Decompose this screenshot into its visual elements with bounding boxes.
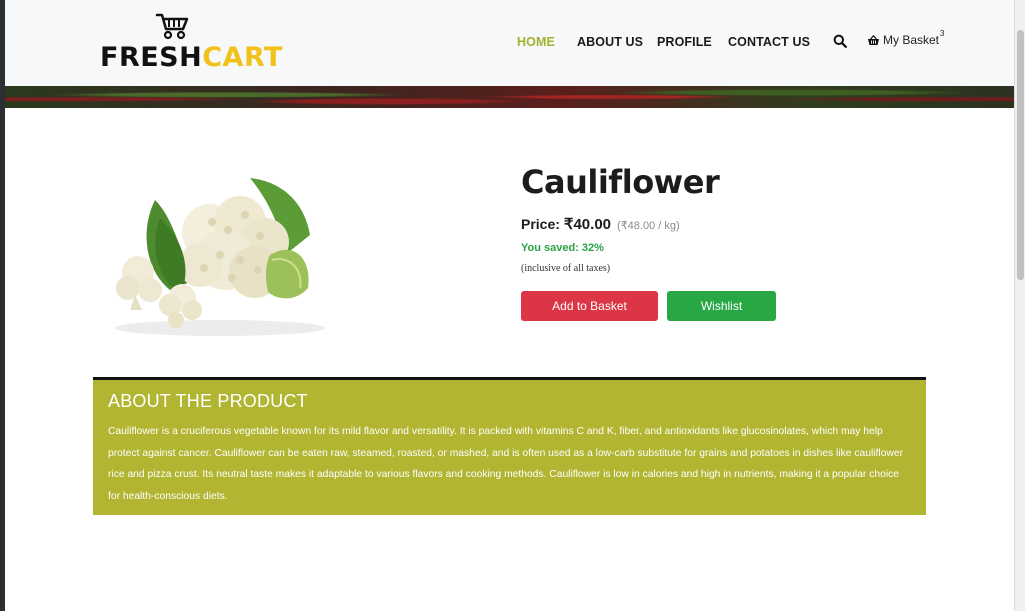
product-title: Cauliflower <box>521 163 720 201</box>
savings-text: You saved: 32% <box>521 242 604 254</box>
nav-home[interactable]: HOME <box>517 35 555 49</box>
logo-wordmark: FRESHCART <box>100 42 283 74</box>
logo-word-cart: CART <box>202 42 283 73</box>
vertical-scrollbar[interactable] <box>1014 0 1025 611</box>
shopping-cart-icon <box>155 13 189 40</box>
tax-note: (inclusive of all taxes) <box>521 263 611 274</box>
product-details: Cauliflower Price: ₹40.00 (₹48.00 / kg) … <box>521 160 941 321</box>
price-row: Price: ₹40.00 (₹48.00 / kg) <box>521 215 941 233</box>
hero-banner-strip <box>5 86 1014 108</box>
page-viewport: FRESHCART HOME ABOUT US PROFILE CONTACT … <box>5 0 1014 611</box>
basket-icon <box>868 34 879 45</box>
product-image <box>115 178 325 336</box>
my-basket-link[interactable]: My Basket 3 <box>867 29 944 47</box>
site-header: FRESHCART HOME ABOUT US PROFILE CONTACT … <box>5 0 1014 86</box>
nav-profile[interactable]: PROFILE <box>657 35 712 49</box>
action-buttons: Add to Basket Wishlist <box>521 291 941 321</box>
add-to-basket-button[interactable]: Add to Basket <box>521 291 658 321</box>
price-value: ₹40.00 <box>563 216 612 233</box>
basket-count-badge: 3 <box>940 28 945 38</box>
about-product-text: Cauliflower is a cruciferous vegetable k… <box>108 426 904 503</box>
logo-word-fresh: FRESH <box>100 42 203 73</box>
about-product-section: ABOUT THE PRODUCT Cauliflower is a cruci… <box>93 377 926 515</box>
basket-label: My Basket <box>883 33 940 47</box>
price-per-kg: (₹48.00 / kg) <box>617 220 680 232</box>
site-logo[interactable]: FRESHCART <box>100 12 282 76</box>
search-icon[interactable] <box>833 34 847 48</box>
scrollbar-thumb[interactable] <box>1017 30 1024 280</box>
nav-about-us[interactable]: ABOUT US <box>577 35 643 49</box>
nav-contact-us[interactable]: CONTACT US <box>728 35 810 49</box>
wishlist-button[interactable]: Wishlist <box>667 291 776 321</box>
about-product-title: ABOUT THE PRODUCT <box>108 391 308 411</box>
price-label: Price: <box>521 216 560 232</box>
